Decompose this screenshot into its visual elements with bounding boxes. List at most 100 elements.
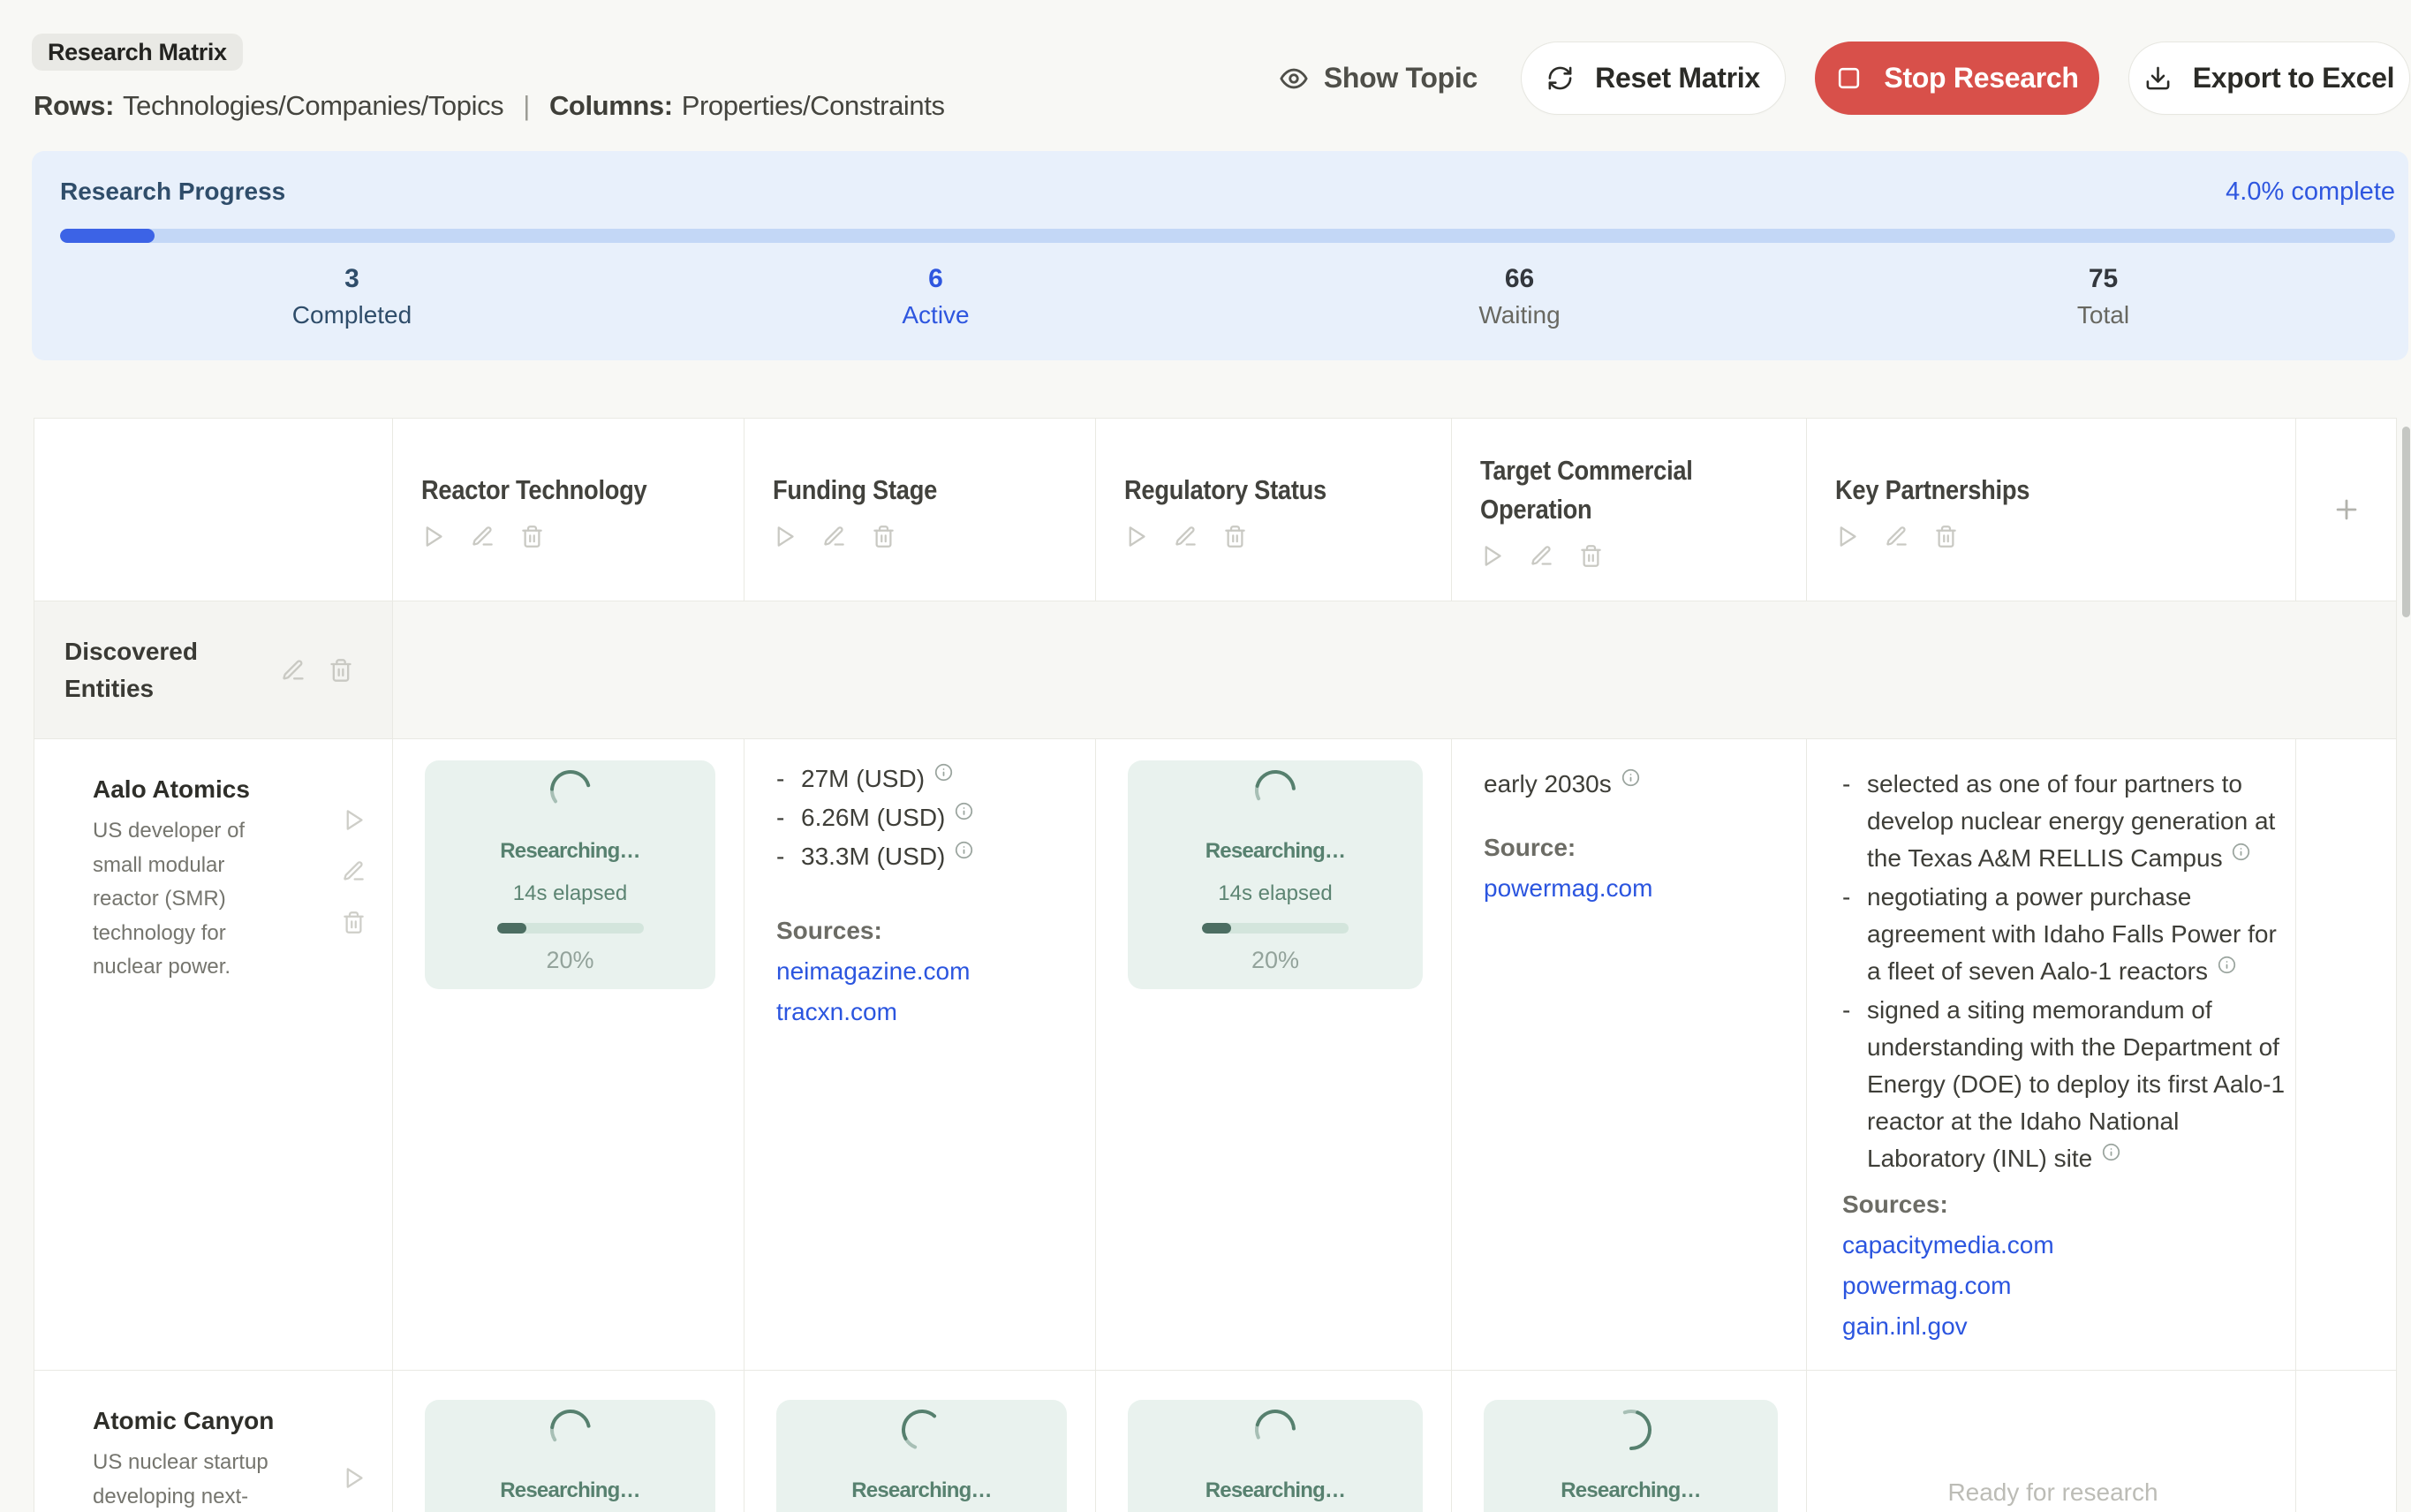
sources-label: Source: xyxy=(1484,828,1778,868)
delete-column-icon[interactable] xyxy=(872,525,896,548)
run-column-icon[interactable] xyxy=(1835,525,1859,548)
edit-column-icon[interactable] xyxy=(1885,525,1908,548)
delete-column-icon[interactable] xyxy=(1934,525,1958,548)
column-actions xyxy=(1480,544,1780,568)
edit-row-icon[interactable] xyxy=(342,859,366,883)
entity-text-block: Aalo Atomics US developer of small modul… xyxy=(93,771,283,985)
research-progress-panel: Research Progress 4.0% complete 3 Comple… xyxy=(32,151,2408,360)
list-item: -negotiating a power purchase agreement … xyxy=(1842,879,2292,990)
add-column-cell[interactable] xyxy=(2296,419,2397,601)
source-link[interactable]: neimagazine.com xyxy=(776,951,1067,992)
run-row-icon[interactable] xyxy=(342,1466,366,1490)
run-column-icon[interactable] xyxy=(1124,525,1148,548)
edit-column-icon[interactable] xyxy=(1174,525,1198,548)
stat-active-label: Active xyxy=(644,298,1228,333)
delete-row-icon[interactable] xyxy=(342,911,366,934)
info-icon[interactable] xyxy=(934,763,953,782)
list-item: -27M (USD) xyxy=(776,760,1067,798)
info-icon[interactable] xyxy=(2102,1143,2120,1161)
info-icon[interactable] xyxy=(2218,956,2236,974)
item-text: 33.3M (USD) xyxy=(801,843,945,870)
run-column-icon[interactable] xyxy=(1480,544,1504,568)
spinner-icon xyxy=(1606,1405,1656,1455)
run-row-icon[interactable] xyxy=(342,808,366,832)
page-title-badge: Research Matrix xyxy=(32,34,243,71)
spinner-icon xyxy=(892,1400,951,1459)
export-excel-button[interactable]: Export to Excel xyxy=(2128,42,2410,115)
delete-column-icon[interactable] xyxy=(1223,525,1247,548)
group-row-discovered-entities: Discovered Entities xyxy=(34,601,393,739)
source-link[interactable]: capacitymedia.com xyxy=(1842,1225,2292,1266)
ready-for-research-label: Ready for research xyxy=(1839,1474,2267,1511)
column-header-funding-stage: Funding Stage xyxy=(744,419,1096,601)
group-row-span xyxy=(393,601,2397,739)
column-title: Regulatory Status xyxy=(1124,471,1388,510)
stat-completed: 3 Completed xyxy=(60,261,644,333)
edit-column-icon[interactable] xyxy=(1530,544,1553,568)
edit-column-icon[interactable] xyxy=(471,525,495,548)
bullet-dash: - xyxy=(776,799,801,836)
cell-progress-track xyxy=(497,923,644,934)
cell-atomic-reactor-technology: Researching… xyxy=(393,1371,744,1512)
cell-atomic-regulatory-status: Researching… xyxy=(1096,1371,1452,1512)
column-title: Reactor Technology xyxy=(421,471,682,510)
source-link[interactable]: powermag.com xyxy=(1842,1266,2292,1306)
column-header-key-partnerships: Key Partnerships xyxy=(1807,419,2296,601)
source-link[interactable]: powermag.com xyxy=(1484,868,1778,909)
run-column-icon[interactable] xyxy=(773,525,797,548)
progress-bar-track xyxy=(60,229,2395,243)
run-column-icon[interactable] xyxy=(421,525,445,548)
column-header-reactor-technology: Reactor Technology xyxy=(393,419,744,601)
cell-aalo-add-column xyxy=(2296,739,2397,1371)
rows-value: Technologies/Companies/Topics xyxy=(123,86,503,126)
source-link[interactable]: tracxn.com xyxy=(776,992,1067,1032)
item-content: selected as one of four partners to deve… xyxy=(1867,766,2292,877)
info-icon[interactable] xyxy=(955,802,973,820)
item-content: 6.26M (USD) xyxy=(801,799,973,836)
stop-research-button[interactable]: Stop Research xyxy=(1815,42,2099,115)
cell-atomic-add-column xyxy=(2296,1371,2397,1512)
bullet-dash: - xyxy=(776,760,801,798)
column-title: Key Partnerships xyxy=(1835,471,2217,510)
eye-icon xyxy=(1279,64,1309,94)
export-excel-label: Export to Excel xyxy=(2193,62,2394,94)
info-icon[interactable] xyxy=(2232,843,2250,861)
delete-column-icon[interactable] xyxy=(1579,544,1603,568)
source-link[interactable]: gain.inl.gov xyxy=(1842,1306,2292,1347)
columns-value: Properties/Constraints xyxy=(682,86,945,126)
matrix-axes-subtitle: Rows: Technologies/Companies/Topics | Co… xyxy=(34,86,945,126)
bullet-dash: - xyxy=(1842,879,1867,990)
entity-name: Aalo Atomics xyxy=(93,771,283,808)
cell-progress-fill xyxy=(1202,923,1231,934)
item-content: 33.3M (USD) xyxy=(801,838,973,875)
stat-total-label: Total xyxy=(1811,298,2395,333)
stat-completed-label: Completed xyxy=(60,298,644,333)
progress-bar-fill xyxy=(60,229,155,243)
entity-text-block: Atomic Canyon US nuclear startup develop… xyxy=(93,1402,283,1512)
edit-group-icon[interactable] xyxy=(281,658,306,683)
show-topic-button[interactable]: Show Topic xyxy=(1279,62,1478,94)
delete-group-icon[interactable] xyxy=(329,658,353,683)
research-matrix-table: Reactor Technology Funding Stage Regulat… xyxy=(34,418,2397,1512)
bullet-dash: - xyxy=(1842,992,1867,1177)
stat-waiting-label: Waiting xyxy=(1228,298,1811,333)
toolbar: Show Topic Reset Matrix Stop Research Ex… xyxy=(1279,42,2410,115)
item-content: 27M (USD) xyxy=(801,760,953,798)
researching-label: Researching… xyxy=(500,1476,639,1506)
progress-header: Research Progress 4.0% complete xyxy=(60,174,2395,209)
reset-matrix-button[interactable]: Reset Matrix xyxy=(1521,42,1786,115)
bullet-dash: - xyxy=(1842,766,1867,877)
researching-label: Researching… xyxy=(1206,836,1345,866)
stop-research-label: Stop Research xyxy=(1884,62,2078,94)
vertical-scrollbar-thumb[interactable] xyxy=(2402,427,2410,617)
info-icon[interactable] xyxy=(1621,768,1640,787)
subtitle-separator: | xyxy=(523,86,530,126)
info-icon[interactable] xyxy=(955,841,973,859)
researching-card: Researching… 14s elapsed 20% xyxy=(425,760,715,989)
cell-value-line: early 2030s xyxy=(1484,766,1778,803)
cell-aalo-key-partnerships: -selected as one of four partners to dev… xyxy=(1807,739,2296,1371)
cell-aalo-funding-stage: -27M (USD) -6.26M (USD) -33.3M (USD) Sou… xyxy=(744,739,1096,1371)
delete-column-icon[interactable] xyxy=(520,525,544,548)
edit-column-icon[interactable] xyxy=(822,525,846,548)
sources-block: Sources: capacitymedia.com powermag.com … xyxy=(1842,1184,2292,1347)
